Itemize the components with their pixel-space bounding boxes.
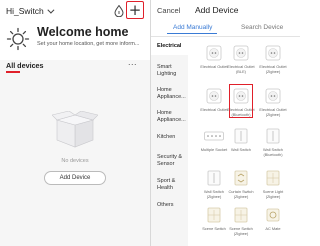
add-device-plus-button[interactable]: + (126, 1, 144, 19)
device-tile-label: Electrical Outlet (200, 107, 228, 112)
device-tile[interactable]: Multiple Socket (199, 126, 229, 153)
welcome-subtitle[interactable]: Set your home location, get more inform.… (37, 41, 139, 47)
tab-indicator (6, 71, 20, 73)
scene-switch-icon (263, 168, 283, 188)
tab-indicator (167, 33, 217, 34)
empty-box-icon (52, 111, 98, 148)
device-tile[interactable]: Wall Switch (226, 126, 256, 153)
page-title: Add Device (195, 5, 239, 15)
device-tile-label: Electrical Outlet (Zigbee) (259, 64, 287, 74)
tab-search-device[interactable]: Search Device (241, 24, 283, 31)
all-devices-tab[interactable]: All devices (6, 61, 44, 70)
device-tile-label: Wall Switch (Zigbee) (204, 189, 224, 199)
outlet-icon (263, 86, 283, 106)
device-tile-label: Curtain Switch (Zigbee) (228, 189, 254, 199)
device-tile-label: Multiple Socket (200, 147, 228, 152)
device-tile[interactable]: Scene Light (Zigbee) (258, 168, 288, 199)
device-tile-label: Wall Switch (Bluetooth) (263, 147, 283, 157)
selected-device-highlight (229, 84, 253, 118)
device-tile[interactable]: Electrical Outlet (BLE) (226, 43, 256, 74)
device-tile[interactable]: Wall Switch (Zigbee) (199, 168, 229, 199)
scene-switch-icon (231, 205, 251, 225)
device-tile[interactable]: Electrical Outlet (Zigbee) (258, 43, 288, 74)
curtain-switch-icon (231, 168, 251, 188)
cancel-button[interactable]: Cancel (157, 6, 180, 15)
add-device-screen: Cancel Add Device Add Manually Search De… (151, 0, 300, 246)
welcome-title: Welcome home (37, 25, 129, 39)
water-drop-icon[interactable] (114, 5, 124, 17)
outlet-icon (204, 43, 224, 63)
wall-switch-icon (231, 126, 251, 146)
device-tile-label: Scene Light (Zigbee) (262, 189, 284, 199)
category-kitchen[interactable]: Kitchen (157, 134, 175, 141)
device-tile-label: AC Mate (265, 226, 281, 231)
power-strip-icon (204, 126, 224, 146)
device-tile-label: Scene Switch (Zigbee) (229, 226, 253, 236)
device-tile-label: Electrical Outlet (200, 64, 228, 69)
device-tile[interactable]: Wall Switch (Bluetooth) (258, 126, 288, 157)
outlet-icon (204, 86, 224, 106)
scene-switch-icon (204, 205, 224, 225)
wall-switch-icon (263, 126, 283, 146)
wall-switch-icon (204, 168, 224, 188)
device-tile-label: Electrical Outlet (Zigbee) (259, 107, 287, 117)
home-selector[interactable]: Hi_Switch (6, 6, 55, 16)
device-tile[interactable]: AC Mate (258, 205, 288, 232)
more-options-button[interactable]: ... (128, 57, 137, 67)
device-tile[interactable]: Scene Switch (Zigbee) (226, 205, 256, 236)
category-electrical[interactable]: Electrical (157, 43, 181, 50)
outlet-icon (263, 43, 283, 63)
category-sidebar: Electrical Smart Lighting Home Appliance… (151, 37, 188, 246)
device-tile-label: Scene Switch (202, 226, 226, 231)
device-tile[interactable]: Scene Switch (199, 205, 229, 232)
device-tile-label: Wall Switch (231, 147, 251, 152)
device-tile[interactable]: Curtain Switch (Zigbee) (226, 168, 256, 199)
empty-state-text: No devices (61, 158, 89, 164)
category-smart-lighting[interactable]: Smart Lighting (157, 64, 188, 78)
outlet-icon (231, 43, 251, 63)
device-tile-label: Electrical Outlet (BLE) (227, 64, 255, 74)
tab-add-manually[interactable]: Add Manually (173, 24, 212, 31)
home-screen: Hi_Switch + Welcome home Set your home l… (0, 0, 150, 246)
category-sport-health[interactable]: Sport & Health (157, 178, 188, 192)
sun-icon (6, 27, 30, 51)
device-tile[interactable]: Electrical Outlet (199, 86, 229, 113)
add-device-button[interactable]: Add Device (44, 171, 106, 185)
device-tile[interactable]: Electrical Outlet (199, 43, 229, 70)
ac-mate-icon (263, 205, 283, 225)
category-home-appliance-2[interactable]: Home Appliance... (157, 110, 188, 124)
category-security-sensor[interactable]: Security & Sensor (157, 154, 188, 168)
category-others[interactable]: Others (157, 202, 174, 209)
category-home-appliance-1[interactable]: Home Appliance... (157, 87, 188, 101)
device-tile[interactable]: Electrical Outlet (Zigbee) (258, 86, 288, 117)
home-name-label: Hi_Switch (6, 6, 44, 16)
